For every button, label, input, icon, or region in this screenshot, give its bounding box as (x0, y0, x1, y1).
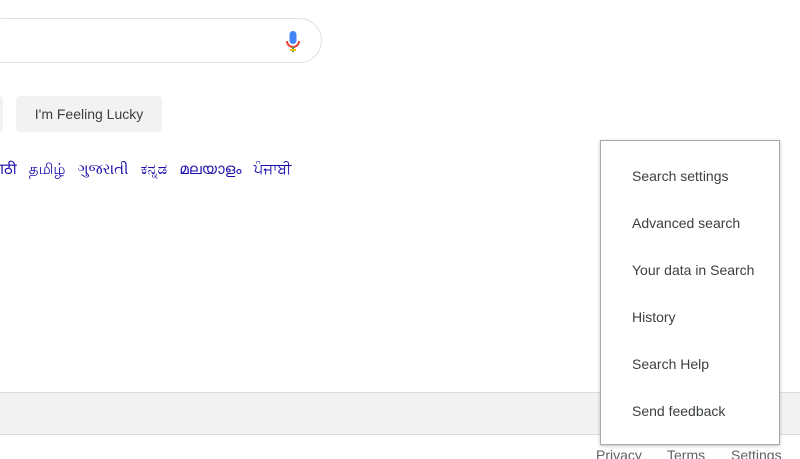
privacy-link[interactable]: Privacy (596, 446, 642, 459)
page: I'm Feeling Lucky राठी தமிழ் ગુજરાતી ಕನ್… (0, 0, 800, 459)
menu-item-search-settings[interactable]: Search settings (632, 166, 729, 186)
feeling-lucky-button[interactable]: I'm Feeling Lucky (16, 96, 162, 132)
language-link-gujarati[interactable]: ગુજરાતી (78, 161, 129, 178)
menu-item-search-help[interactable]: Search Help (632, 354, 709, 374)
search-input[interactable] (0, 18, 322, 63)
language-link-kannada[interactable]: ಕನ್ನಡ (141, 161, 168, 178)
language-links: राठी தமிழ் ગુજરાતી ಕನ್ನಡ മലയാളം ਪੰਜਾਬੀ (0, 159, 299, 181)
language-link-punjabi[interactable]: ਪੰਜਾਬੀ (254, 161, 292, 178)
language-link-tamil[interactable]: தமிழ் (29, 161, 66, 178)
language-link-malayalam[interactable]: മലയാളം (179, 161, 241, 178)
language-link-marathi[interactable]: राठी (0, 161, 17, 178)
settings-menu: Search settings Advanced search Your dat… (600, 140, 780, 445)
menu-item-history[interactable]: History (632, 307, 676, 327)
google-search-button[interactable] (0, 96, 3, 132)
settings-link[interactable]: Settings (731, 446, 782, 459)
footer-links: Privacy Terms Settings (0, 446, 800, 459)
terms-link[interactable]: Terms (667, 446, 705, 459)
menu-item-your-data[interactable]: Your data in Search (632, 260, 754, 280)
menu-item-advanced-search[interactable]: Advanced search (632, 213, 740, 233)
menu-item-send-feedback[interactable]: Send feedback (632, 401, 725, 421)
microphone-icon[interactable] (284, 30, 302, 54)
